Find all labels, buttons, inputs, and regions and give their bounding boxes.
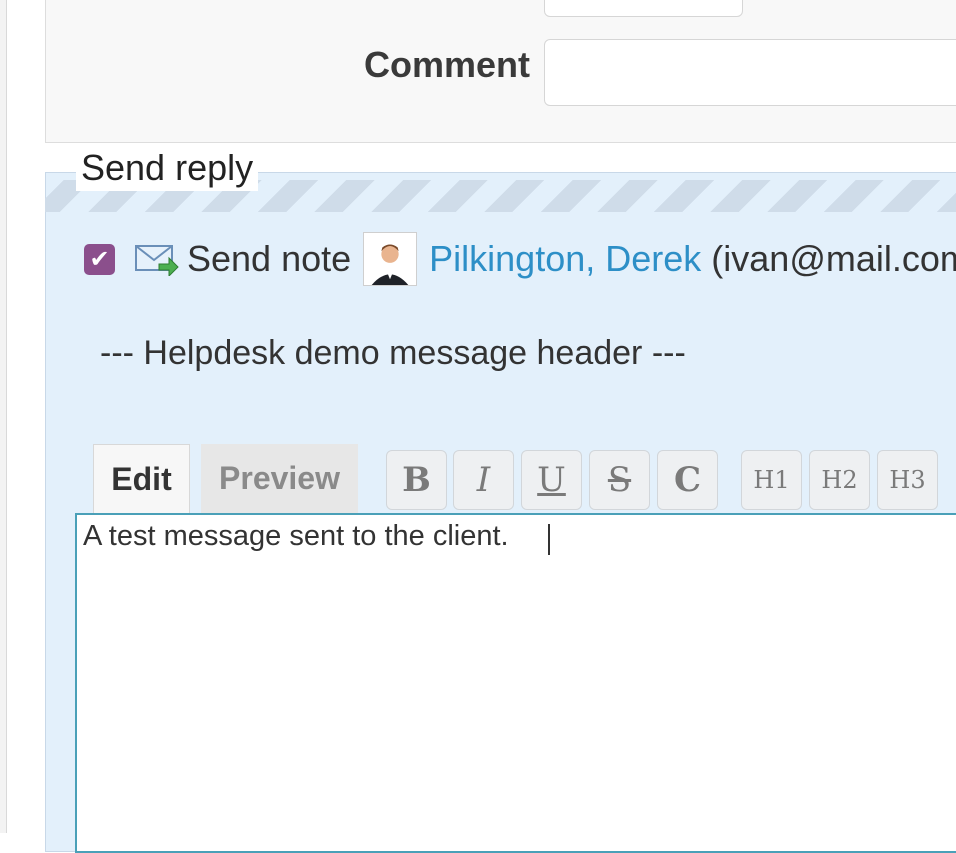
bold-button[interactable]: B [386,450,447,510]
contact-name-link[interactable]: Pilkington, Derek [429,238,701,280]
underline-button[interactable]: U [521,450,582,510]
previous-field-input[interactable] [544,0,743,17]
heading1-button[interactable]: H1 [741,450,802,510]
heading3-button[interactable]: H3 [877,450,938,510]
contact-avatar [363,232,418,286]
heading2-button[interactable]: H2 [809,450,870,510]
send-reply-legend: Send reply [76,145,259,191]
message-editor[interactable] [75,513,956,853]
editor-content: A test message sent to the client. [83,520,509,552]
tab-preview[interactable]: Preview [201,444,358,513]
comment-label: Comment [363,44,530,85]
tab-edit[interactable]: Edit [93,444,190,513]
comment-input[interactable] [544,39,956,106]
italic-button[interactable]: I [453,450,514,510]
contact-email: (ivan@mail.com) [711,238,956,279]
strikethrough-button[interactable]: S [589,450,650,510]
send-note-checkbox[interactable]: ✔ [84,243,115,275]
mail-send-icon [135,245,179,276]
send-note-row: ✔ Send note Pilkington, Derek (ivan@mail… [84,230,956,288]
send-note-label: Send note [187,238,352,279]
code-button[interactable]: C [657,450,718,510]
left-border-strip [0,0,7,833]
text-caret [548,524,550,555]
message-header-text: --- Helpdesk demo message header --- [100,334,686,372]
